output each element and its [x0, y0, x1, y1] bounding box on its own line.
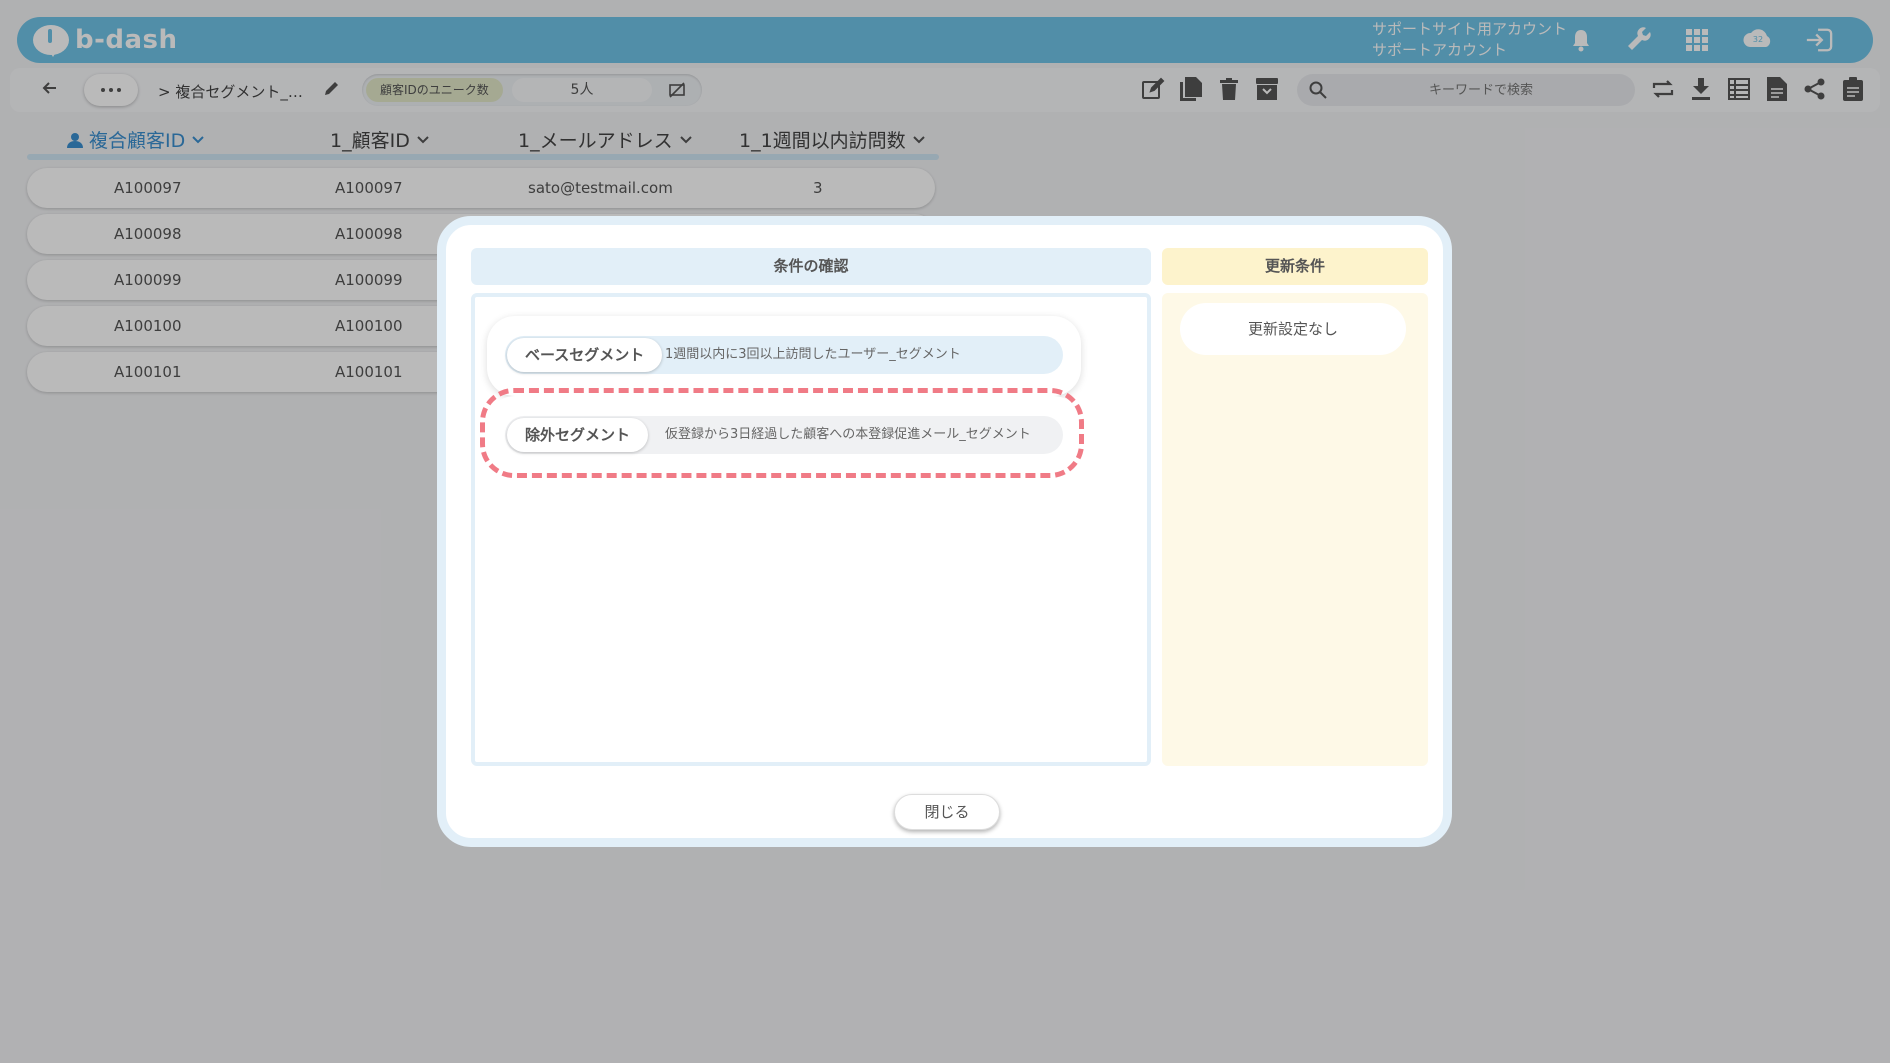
- base-segment-value: 1週間以内に3回以上訪問したユーザー_セグメント: [665, 347, 961, 362]
- update-conditions-panel: 更新設定なし: [1162, 293, 1428, 766]
- close-button[interactable]: 閉じる: [894, 794, 1000, 830]
- base-segment-label: ベースセグメント: [507, 338, 663, 372]
- exclude-segment-highlight: [480, 388, 1084, 478]
- update-setting-value: 更新設定なし: [1180, 303, 1406, 355]
- conditions-panel-title: 条件の確認: [471, 248, 1151, 285]
- base-segment-card: ベースセグメント 1週間以内に3回以上訪問したユーザー_セグメント: [487, 316, 1081, 396]
- condition-confirm-modal: 条件の確認 ベースセグメント 1週間以内に3回以上訪問したユーザー_セグメント …: [437, 216, 1452, 847]
- update-conditions-title: 更新条件: [1162, 248, 1428, 285]
- base-segment-row: ベースセグメント 1週間以内に3回以上訪問したユーザー_セグメント: [505, 336, 1063, 374]
